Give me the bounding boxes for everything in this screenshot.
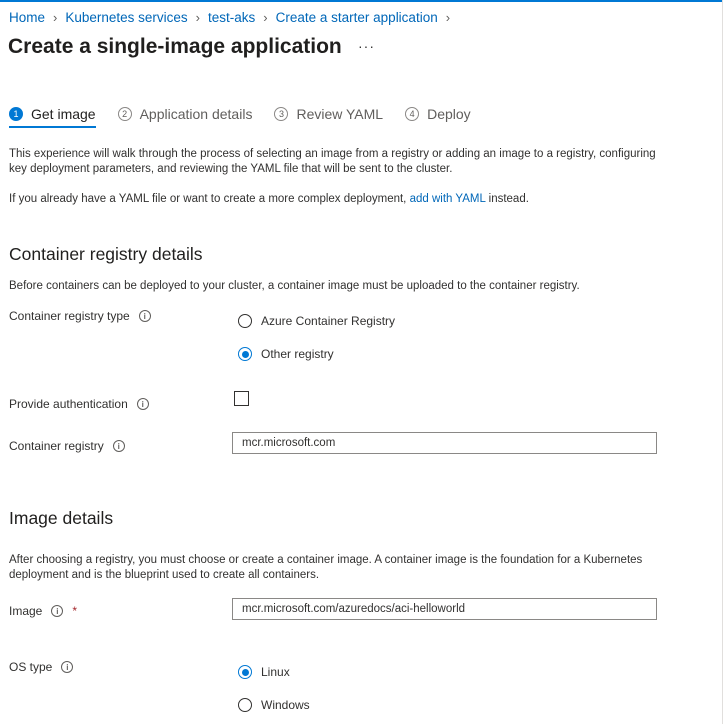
image-section-desc: After choosing a registry, you must choo… bbox=[9, 554, 643, 581]
chevron-right-icon: › bbox=[263, 10, 268, 25]
tab-label: Application details bbox=[139, 106, 253, 122]
label-text: Image bbox=[9, 604, 43, 618]
radio-circle-icon bbox=[238, 698, 252, 712]
info-icon[interactable]: i bbox=[136, 398, 149, 410]
breadcrumb-create-starter-app[interactable]: Create a starter application bbox=[276, 10, 438, 25]
intro-paragraph: This experience will walk through the pr… bbox=[9, 148, 656, 175]
breadcrumb-kubernetes-services[interactable]: Kubernetes services bbox=[65, 10, 187, 25]
registry-section-desc: Before containers can be deployed to you… bbox=[9, 280, 580, 292]
provide-auth-label: Provide authentication i bbox=[9, 397, 149, 411]
tab-application-details[interactable]: 2 Application details bbox=[117, 101, 253, 127]
info-icon[interactable]: i bbox=[112, 440, 125, 452]
radio-other-registry[interactable]: Other registry bbox=[238, 347, 334, 361]
breadcrumb-home[interactable]: Home bbox=[9, 10, 45, 25]
label-text: Container registry bbox=[9, 439, 104, 453]
breadcrumb-test-aks[interactable]: test-aks bbox=[208, 10, 255, 25]
info-icon[interactable]: i bbox=[51, 605, 64, 617]
chevron-right-icon: › bbox=[445, 10, 451, 25]
tab-get-image[interactable]: 1 Get image bbox=[9, 101, 96, 128]
radio-label: Other registry bbox=[261, 347, 334, 361]
image-input[interactable]: mcr.microsoft.com/azuredocs/aci-hellowor… bbox=[232, 598, 657, 620]
image-section-title: Image details bbox=[9, 508, 114, 528]
image-label: Image i * bbox=[9, 604, 77, 618]
chevron-right-icon: › bbox=[195, 10, 201, 25]
radio-circle-selected-icon bbox=[238, 665, 252, 679]
os-type-label: OS type i bbox=[9, 660, 74, 674]
step-number-icon: 2 bbox=[117, 107, 132, 121]
chevron-right-icon: › bbox=[53, 10, 58, 25]
radio-label: Windows bbox=[261, 698, 310, 712]
wizard-tabs: 1 Get image 2 Application details 3 Revi… bbox=[9, 101, 493, 128]
radio-label: Linux bbox=[261, 665, 290, 679]
yaml-text-after: instead. bbox=[485, 193, 529, 205]
tab-deploy[interactable]: 4 Deploy bbox=[405, 101, 471, 127]
top-accent-bar bbox=[0, 0, 723, 2]
container-registry-input[interactable]: mcr.microsoft.com bbox=[232, 432, 657, 454]
label-text: Provide authentication bbox=[9, 397, 128, 411]
info-icon[interactable]: i bbox=[138, 310, 151, 322]
tab-review-yaml[interactable]: 3 Review YAML bbox=[274, 101, 383, 127]
label-text: OS type bbox=[9, 660, 53, 674]
label-text: Container registry type bbox=[9, 309, 130, 323]
add-with-yaml-link[interactable]: add with YAML bbox=[410, 193, 486, 205]
radio-label: Azure Container Registry bbox=[261, 314, 396, 328]
registry-section-title: Container registry details bbox=[9, 244, 203, 264]
breadcrumb: Home › Kubernetes services › test-aks › … bbox=[9, 10, 458, 25]
page-title: Create a single-image application bbox=[8, 35, 342, 58]
radio-azure-container-registry[interactable]: Azure Container Registry bbox=[238, 314, 395, 328]
provide-auth-checkbox[interactable] bbox=[234, 391, 249, 406]
required-marker: * bbox=[72, 604, 78, 618]
info-icon[interactable]: i bbox=[61, 661, 74, 673]
more-options-icon[interactable]: ··· bbox=[358, 38, 375, 54]
radio-os-windows[interactable]: Windows bbox=[238, 698, 310, 712]
step-number-icon: 3 bbox=[274, 107, 289, 121]
radio-os-linux[interactable]: Linux bbox=[238, 665, 290, 679]
yaml-text-before: If you already have a YAML file or want … bbox=[9, 193, 410, 205]
yaml-paragraph: If you already have a YAML file or want … bbox=[9, 192, 659, 207]
container-registry-label: Container registry i bbox=[9, 439, 125, 453]
radio-circle-icon bbox=[238, 314, 252, 328]
step-number-icon: 1 bbox=[9, 107, 23, 121]
tab-label: Review YAML bbox=[296, 106, 384, 122]
tab-label: Deploy bbox=[427, 106, 471, 122]
step-number-icon: 4 bbox=[405, 107, 420, 121]
radio-circle-selected-icon bbox=[238, 347, 252, 361]
registry-type-label: Container registry type i bbox=[9, 309, 151, 323]
tab-label: Get image bbox=[31, 106, 96, 122]
